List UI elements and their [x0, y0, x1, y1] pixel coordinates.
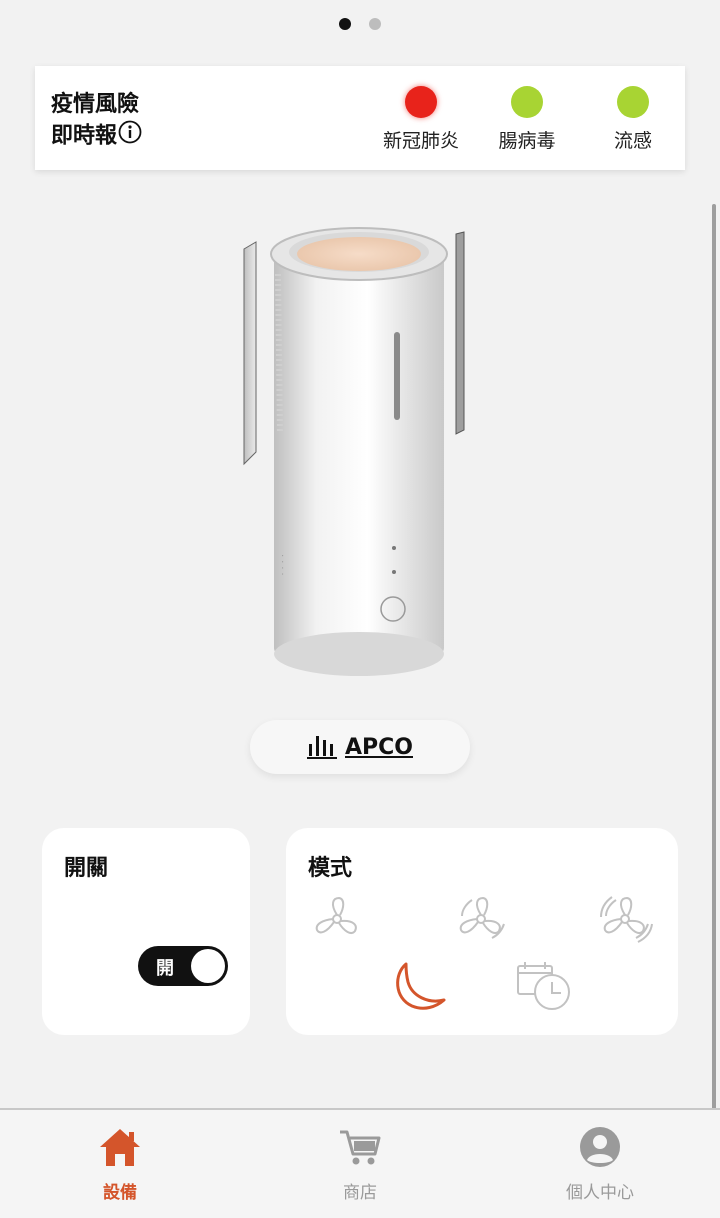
- risk-label-covid: 新冠肺炎: [382, 130, 459, 152]
- toggle-knob: [191, 949, 225, 983]
- fan-high-icon[interactable]: [596, 894, 654, 948]
- page-indicator: [0, 18, 720, 30]
- risk-title: 疫情風險 即時報: [51, 90, 142, 153]
- power-toggle[interactable]: 開: [138, 946, 228, 986]
- risk-label-flu: 流感: [613, 130, 652, 152]
- mode-title: 模式: [308, 856, 353, 881]
- power-toggle-label: 開: [156, 958, 174, 979]
- nav-label-profile: 個人中心: [566, 1183, 634, 1203]
- risk-label-enterovirus: 腸病毒: [498, 130, 556, 152]
- nav-label-devices: 設備: [103, 1183, 137, 1203]
- device-name-button[interactable]: APCO: [250, 720, 470, 774]
- scrollbar[interactable]: [712, 204, 716, 1110]
- fan-medium-icon[interactable]: [452, 894, 510, 948]
- page-dot-1[interactable]: [339, 18, 351, 30]
- info-icon[interactable]: [118, 120, 142, 153]
- cart-icon: [280, 1126, 440, 1168]
- signal-bars-icon: [307, 730, 339, 764]
- risk-level-dot: [405, 86, 437, 118]
- bottom-navigation: 設備 商店 個人中心: [0, 1108, 720, 1218]
- home-icon: [40, 1126, 200, 1168]
- nav-store[interactable]: 商店: [280, 1126, 440, 1203]
- risk-item-enterovirus: 腸病毒: [472, 86, 582, 153]
- nav-profile[interactable]: 個人中心: [520, 1126, 680, 1203]
- epidemic-risk-card: 疫情風險 即時報 新冠肺炎 腸病毒 流感: [35, 66, 685, 170]
- power-card: 開關 開: [42, 828, 250, 1035]
- nav-label-store: 商店: [343, 1183, 377, 1203]
- risk-title-line1: 疫情風險: [51, 92, 140, 117]
- page-dot-2[interactable]: [369, 18, 381, 30]
- nav-devices[interactable]: 設備: [40, 1126, 200, 1203]
- risk-level-dot: [617, 86, 649, 118]
- mode-card: 模式: [286, 828, 678, 1035]
- risk-item-flu: 流感: [578, 86, 688, 153]
- user-icon: [520, 1126, 680, 1168]
- device-name: APCO: [345, 734, 413, 760]
- risk-level-dot: [511, 86, 543, 118]
- svg-text:· · · ·: · · · ·: [277, 554, 288, 576]
- device-image: · · · ·: [234, 214, 474, 684]
- power-title: 開關: [64, 856, 109, 881]
- risk-title-line2: 即時報: [51, 123, 118, 149]
- fan-low-icon[interactable]: [308, 894, 366, 948]
- schedule-timer-icon[interactable]: [516, 960, 576, 1018]
- risk-item-covid: 新冠肺炎: [366, 86, 476, 153]
- sleep-moon-icon[interactable]: [388, 960, 448, 1018]
